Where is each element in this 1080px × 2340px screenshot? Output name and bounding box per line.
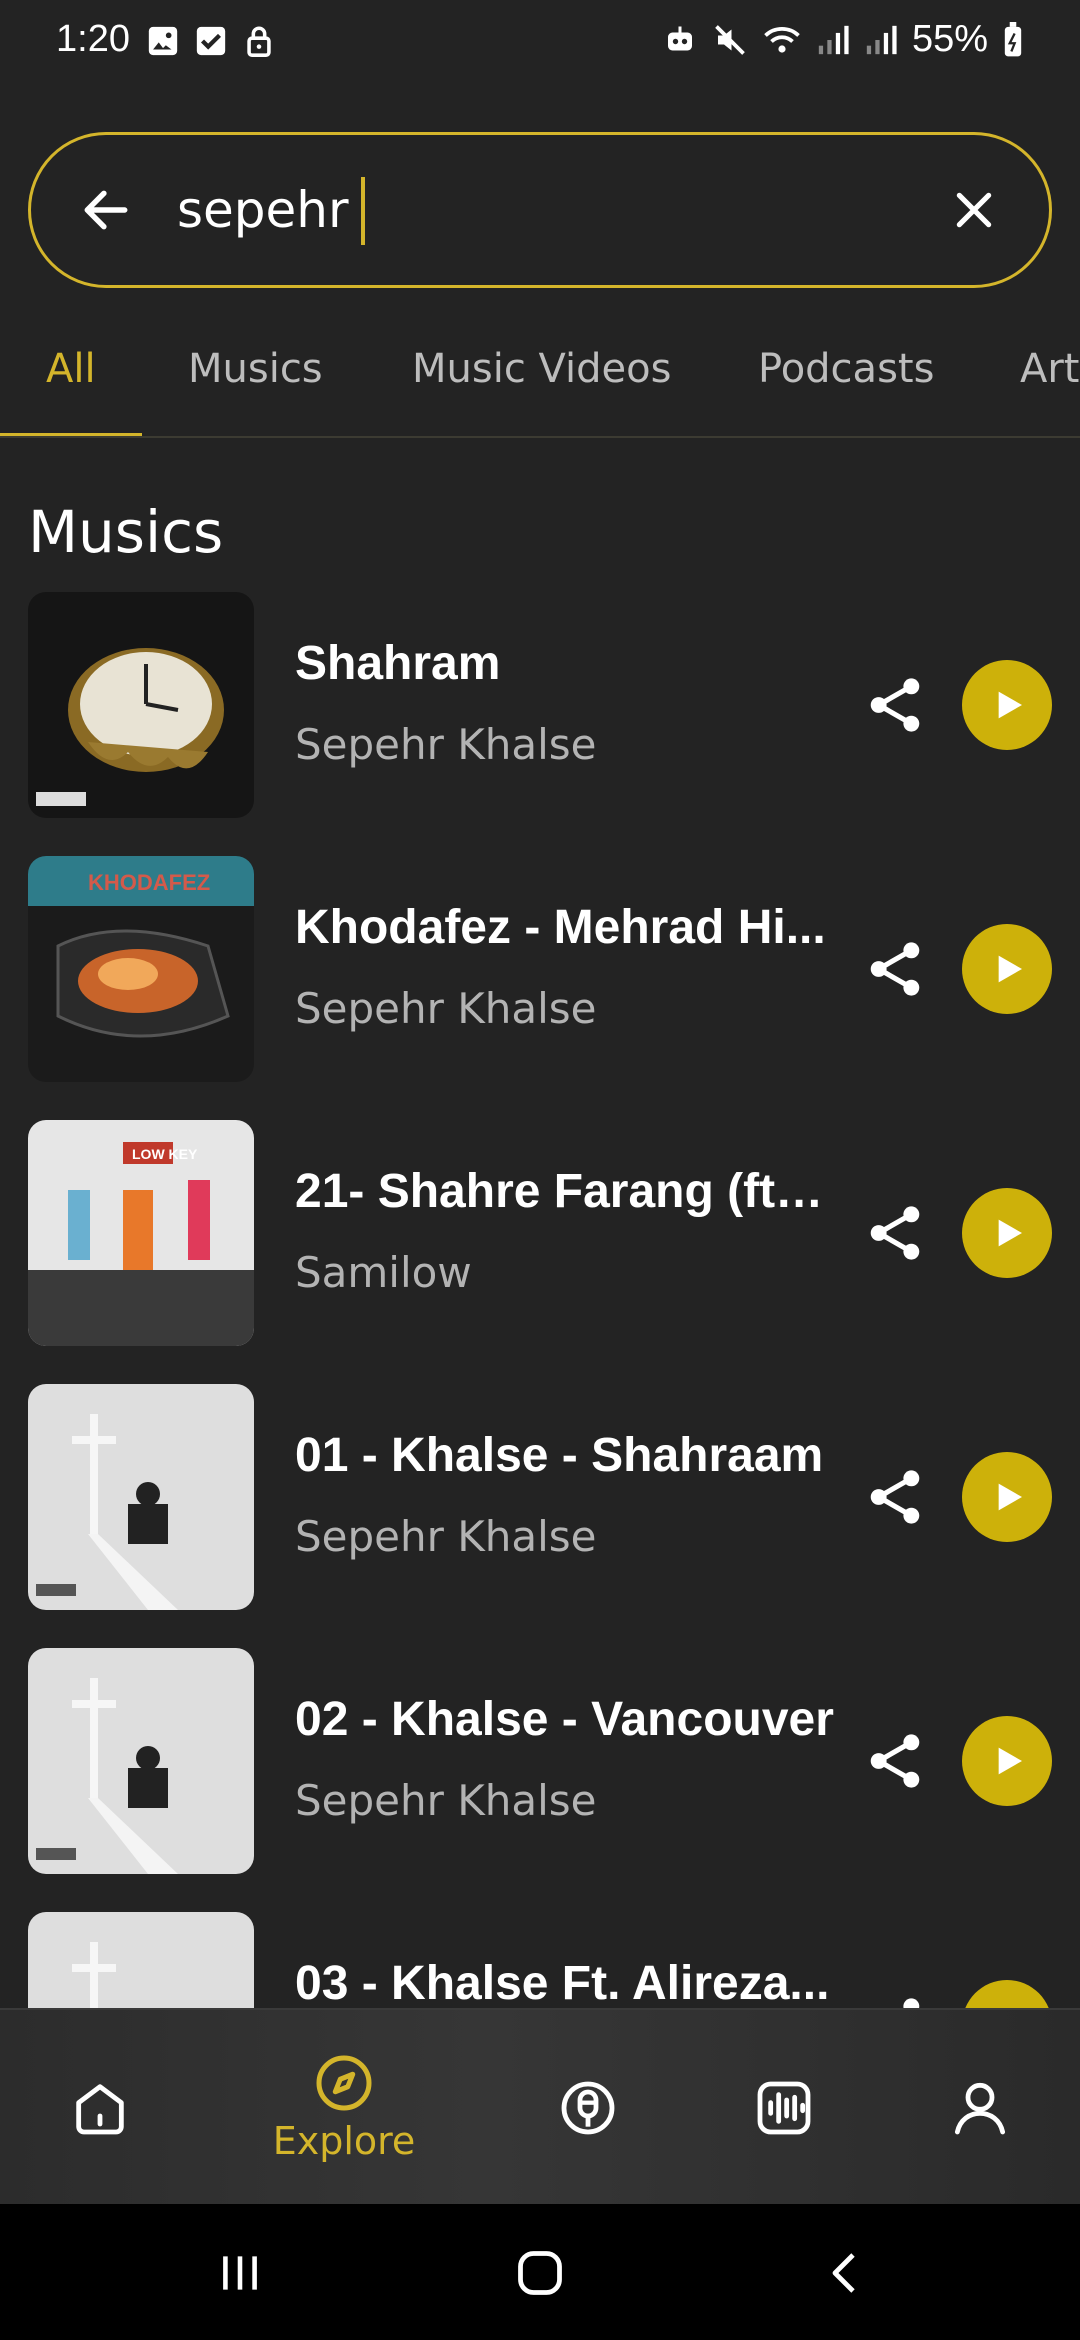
play-button[interactable] — [962, 1452, 1052, 1542]
track-title: Shahram — [295, 637, 501, 690]
category-tabs: All Musics Music Videos Podcasts Art — [0, 330, 1080, 438]
track-artist: Sepehr Khalse — [295, 1512, 597, 1561]
tab-all[interactable]: All — [46, 346, 96, 392]
nav-home[interactable] — [40, 2010, 160, 2206]
podcast-icon — [561, 2081, 615, 2135]
play-icon — [998, 1747, 1022, 1775]
tab-artists[interactable]: Art — [1020, 346, 1080, 392]
play-button[interactable] — [962, 924, 1052, 1014]
status-right: 55% — [662, 18, 1024, 61]
lock-icon — [242, 24, 276, 58]
tab-podcasts[interactable]: Podcasts — [758, 346, 934, 392]
nav-profile[interactable] — [920, 2010, 1040, 2206]
share-icon[interactable] — [862, 932, 928, 1006]
track-title: 21- Shahre Farang (ft. ... — [295, 1165, 835, 1218]
bottom-nav: Explore — [0, 2008, 1080, 2204]
tab-musics[interactable]: Musics — [188, 346, 323, 392]
track-artist: Samilow — [295, 1248, 472, 1297]
cover-text: KHODAFEZ — [88, 870, 210, 895]
robot-icon — [662, 22, 698, 58]
track-artist: Sepehr Khalse — [295, 1776, 597, 1825]
play-icon — [998, 1219, 1022, 1247]
share-icon[interactable] — [862, 1196, 928, 1270]
play-button[interactable] — [962, 1188, 1052, 1278]
track-artist: Sepehr Khalse — [295, 984, 597, 1033]
recent-apps-icon[interactable] — [205, 2238, 275, 2308]
track-title: 02 - Khalse - Vancouver — [295, 1693, 834, 1746]
image-icon — [146, 24, 180, 58]
waveform-icon — [757, 2081, 811, 2135]
nav-explore[interactable]: Explore — [254, 2010, 434, 2206]
share-icon[interactable] — [862, 1460, 928, 1534]
play-button[interactable] — [962, 660, 1052, 750]
battery-percent: 55% — [911, 18, 988, 60]
track-artist: Sepehr Khalse — [295, 720, 597, 769]
play-icon — [998, 691, 1022, 719]
album-cover — [28, 1648, 254, 1874]
text-caret — [361, 177, 365, 245]
wifi-icon — [762, 22, 802, 58]
list-item[interactable]: 03 - Khalse Ft. Alireza... — [0, 1912, 1080, 2008]
arrow-left-icon[interactable] — [69, 173, 143, 247]
nav-podcasts[interactable] — [528, 2010, 648, 2206]
play-button[interactable] — [962, 1716, 1052, 1806]
list-item[interactable]: Shahram Sepehr Khalse — [0, 592, 1080, 818]
list-item[interactable]: 02 - Khalse - Vancouver Sepehr Khalse — [0, 1648, 1080, 1874]
signal-icon — [816, 23, 850, 57]
album-cover: LOW KEY — [28, 1120, 254, 1346]
search-input[interactable] — [177, 173, 937, 247]
track-title: 03 - Khalse Ft. Alireza... — [295, 1957, 830, 2008]
back-icon[interactable] — [810, 2238, 880, 2308]
track-title: Khodafez - Mehrad Hi... — [295, 901, 826, 954]
status-left-icons — [146, 24, 276, 58]
track-list[interactable]: Shahram Sepehr Khalse KHODAFEZ Khodafez … — [0, 592, 1080, 2008]
share-icon[interactable] — [862, 1724, 928, 1798]
nav-library[interactable] — [724, 2010, 844, 2206]
mute-icon — [712, 22, 748, 58]
share-icon[interactable] — [862, 668, 928, 742]
list-item[interactable]: 01 - Khalse - Shahraam Sepehr Khalse — [0, 1384, 1080, 1610]
battery-icon — [1002, 21, 1024, 58]
nav-label: Explore — [272, 2119, 416, 2163]
play-button[interactable] — [962, 1980, 1052, 2008]
status-bar: 1:20 55% — [0, 0, 1080, 82]
system-nav-bar — [0, 2204, 1080, 2340]
album-cover — [28, 1384, 254, 1610]
profile-icon — [954, 2082, 1006, 2135]
share-icon[interactable] — [862, 1988, 928, 2008]
tab-music-videos[interactable]: Music Videos — [412, 346, 671, 392]
album-cover — [28, 1912, 254, 2008]
home-icon — [76, 2084, 124, 2135]
album-cover: KHODAFEZ — [28, 856, 254, 1082]
home-button-icon[interactable] — [505, 2238, 575, 2308]
compass-icon — [316, 2055, 372, 2111]
album-cover — [28, 592, 254, 818]
signal-icon-2 — [864, 23, 898, 57]
tab-indicator — [0, 433, 142, 436]
cover-text: LOW KEY — [132, 1146, 198, 1162]
section-title: Musics — [28, 498, 224, 566]
play-icon — [998, 1483, 1022, 1511]
close-icon[interactable] — [937, 173, 1011, 247]
list-item[interactable]: LOW KEY 21- Shahre Farang (ft. ... Samil… — [0, 1120, 1080, 1346]
list-item[interactable]: KHODAFEZ Khodafez - Mehrad Hi... Sepehr … — [0, 856, 1080, 1082]
status-time: 1:20 — [56, 18, 130, 60]
search-bar — [28, 132, 1052, 288]
play-icon — [998, 955, 1022, 983]
checkbox-icon — [194, 24, 228, 58]
track-title: 01 - Khalse - Shahraam — [295, 1429, 824, 1482]
